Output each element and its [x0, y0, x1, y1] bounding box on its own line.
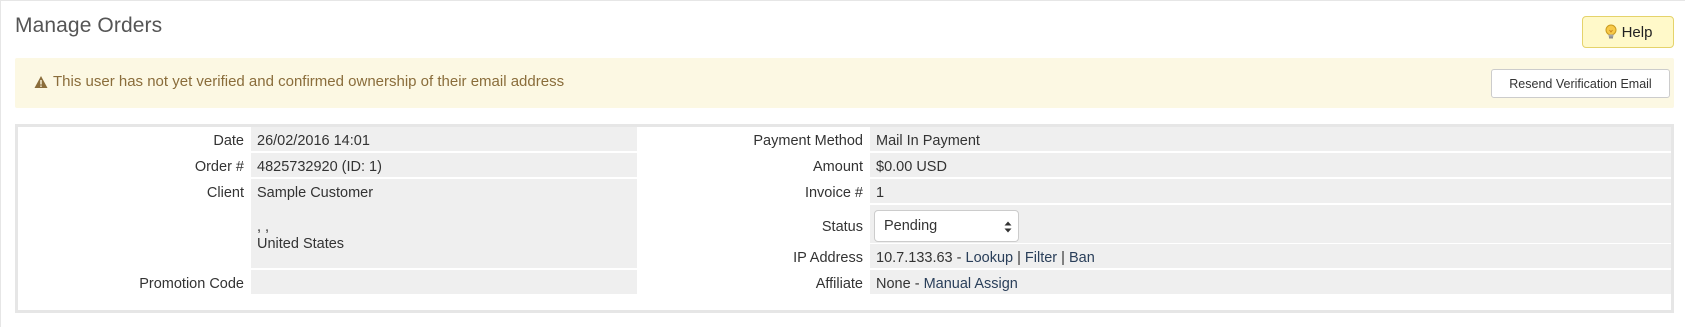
- status-select[interactable]: Pending: [874, 210, 1019, 242]
- order-number-value: 4825732920 (ID: 1): [251, 153, 637, 177]
- ip-lookup-link[interactable]: Lookup: [966, 250, 1014, 266]
- date-label: Date: [213, 133, 244, 149]
- amount-value: $0.00 USD: [870, 153, 1671, 177]
- payment-method-label: Payment Method: [753, 133, 863, 149]
- promotion-code-label: Promotion Code: [139, 276, 244, 292]
- client-value: Sample Customer , , United States: [251, 179, 637, 268]
- status-label: Status: [821, 219, 863, 235]
- status-selected-value: Pending: [884, 218, 938, 234]
- order-number-label: Order #: [194, 159, 244, 175]
- ip-address-text: 10.7.133.63: [876, 250, 953, 266]
- ip-address-label: IP Address: [793, 250, 863, 266]
- order-details-table: Date 26/02/2016 14:01 Order # 4825732920…: [15, 124, 1674, 313]
- status-cell: Pending: [870, 205, 1671, 243]
- alert-message: This user has not yet verified and confi…: [53, 73, 565, 90]
- manual-assign-link[interactable]: Manual Assign: [924, 276, 1018, 292]
- help-button[interactable]: Help: [1582, 16, 1674, 48]
- affiliate-value: None - Manual Assign: [870, 270, 1671, 294]
- invoice-label: Invoice #: [804, 185, 863, 201]
- ip-separator-1: |: [1013, 250, 1025, 266]
- client-name: Sample Customer: [257, 185, 374, 201]
- invoice-value: 1: [870, 179, 1671, 203]
- ip-address-value: 10.7.133.63 - Lookup | Filter | Ban: [870, 244, 1671, 268]
- email-verification-alert: This user has not yet verified and confi…: [15, 58, 1674, 108]
- client-country: United States: [257, 236, 345, 252]
- promotion-code-value: [251, 270, 637, 294]
- ip-separator-2: |: [1057, 250, 1069, 266]
- ip-filter-link[interactable]: Filter: [1025, 250, 1057, 266]
- select-arrows-icon: [1004, 220, 1012, 234]
- ip-ban-link[interactable]: Ban: [1069, 250, 1095, 266]
- client-label: Client: [206, 185, 244, 201]
- help-label: Help: [1621, 23, 1653, 41]
- client-address: , ,: [257, 219, 270, 235]
- payment-method-value: Mail In Payment: [870, 127, 1671, 151]
- ip-dash: -: [952, 250, 966, 266]
- warning-icon: [34, 75, 48, 89]
- page-title: Manage Orders: [15, 14, 163, 37]
- amount-label: Amount: [813, 159, 863, 175]
- resend-verification-button[interactable]: Resend Verification Email: [1491, 69, 1670, 98]
- date-value: 26/02/2016 14:01: [251, 127, 637, 151]
- lightbulb-icon: [1604, 24, 1618, 40]
- affiliate-text: None: [876, 276, 911, 292]
- affiliate-dash: -: [910, 276, 924, 292]
- affiliate-label: Affiliate: [815, 276, 863, 292]
